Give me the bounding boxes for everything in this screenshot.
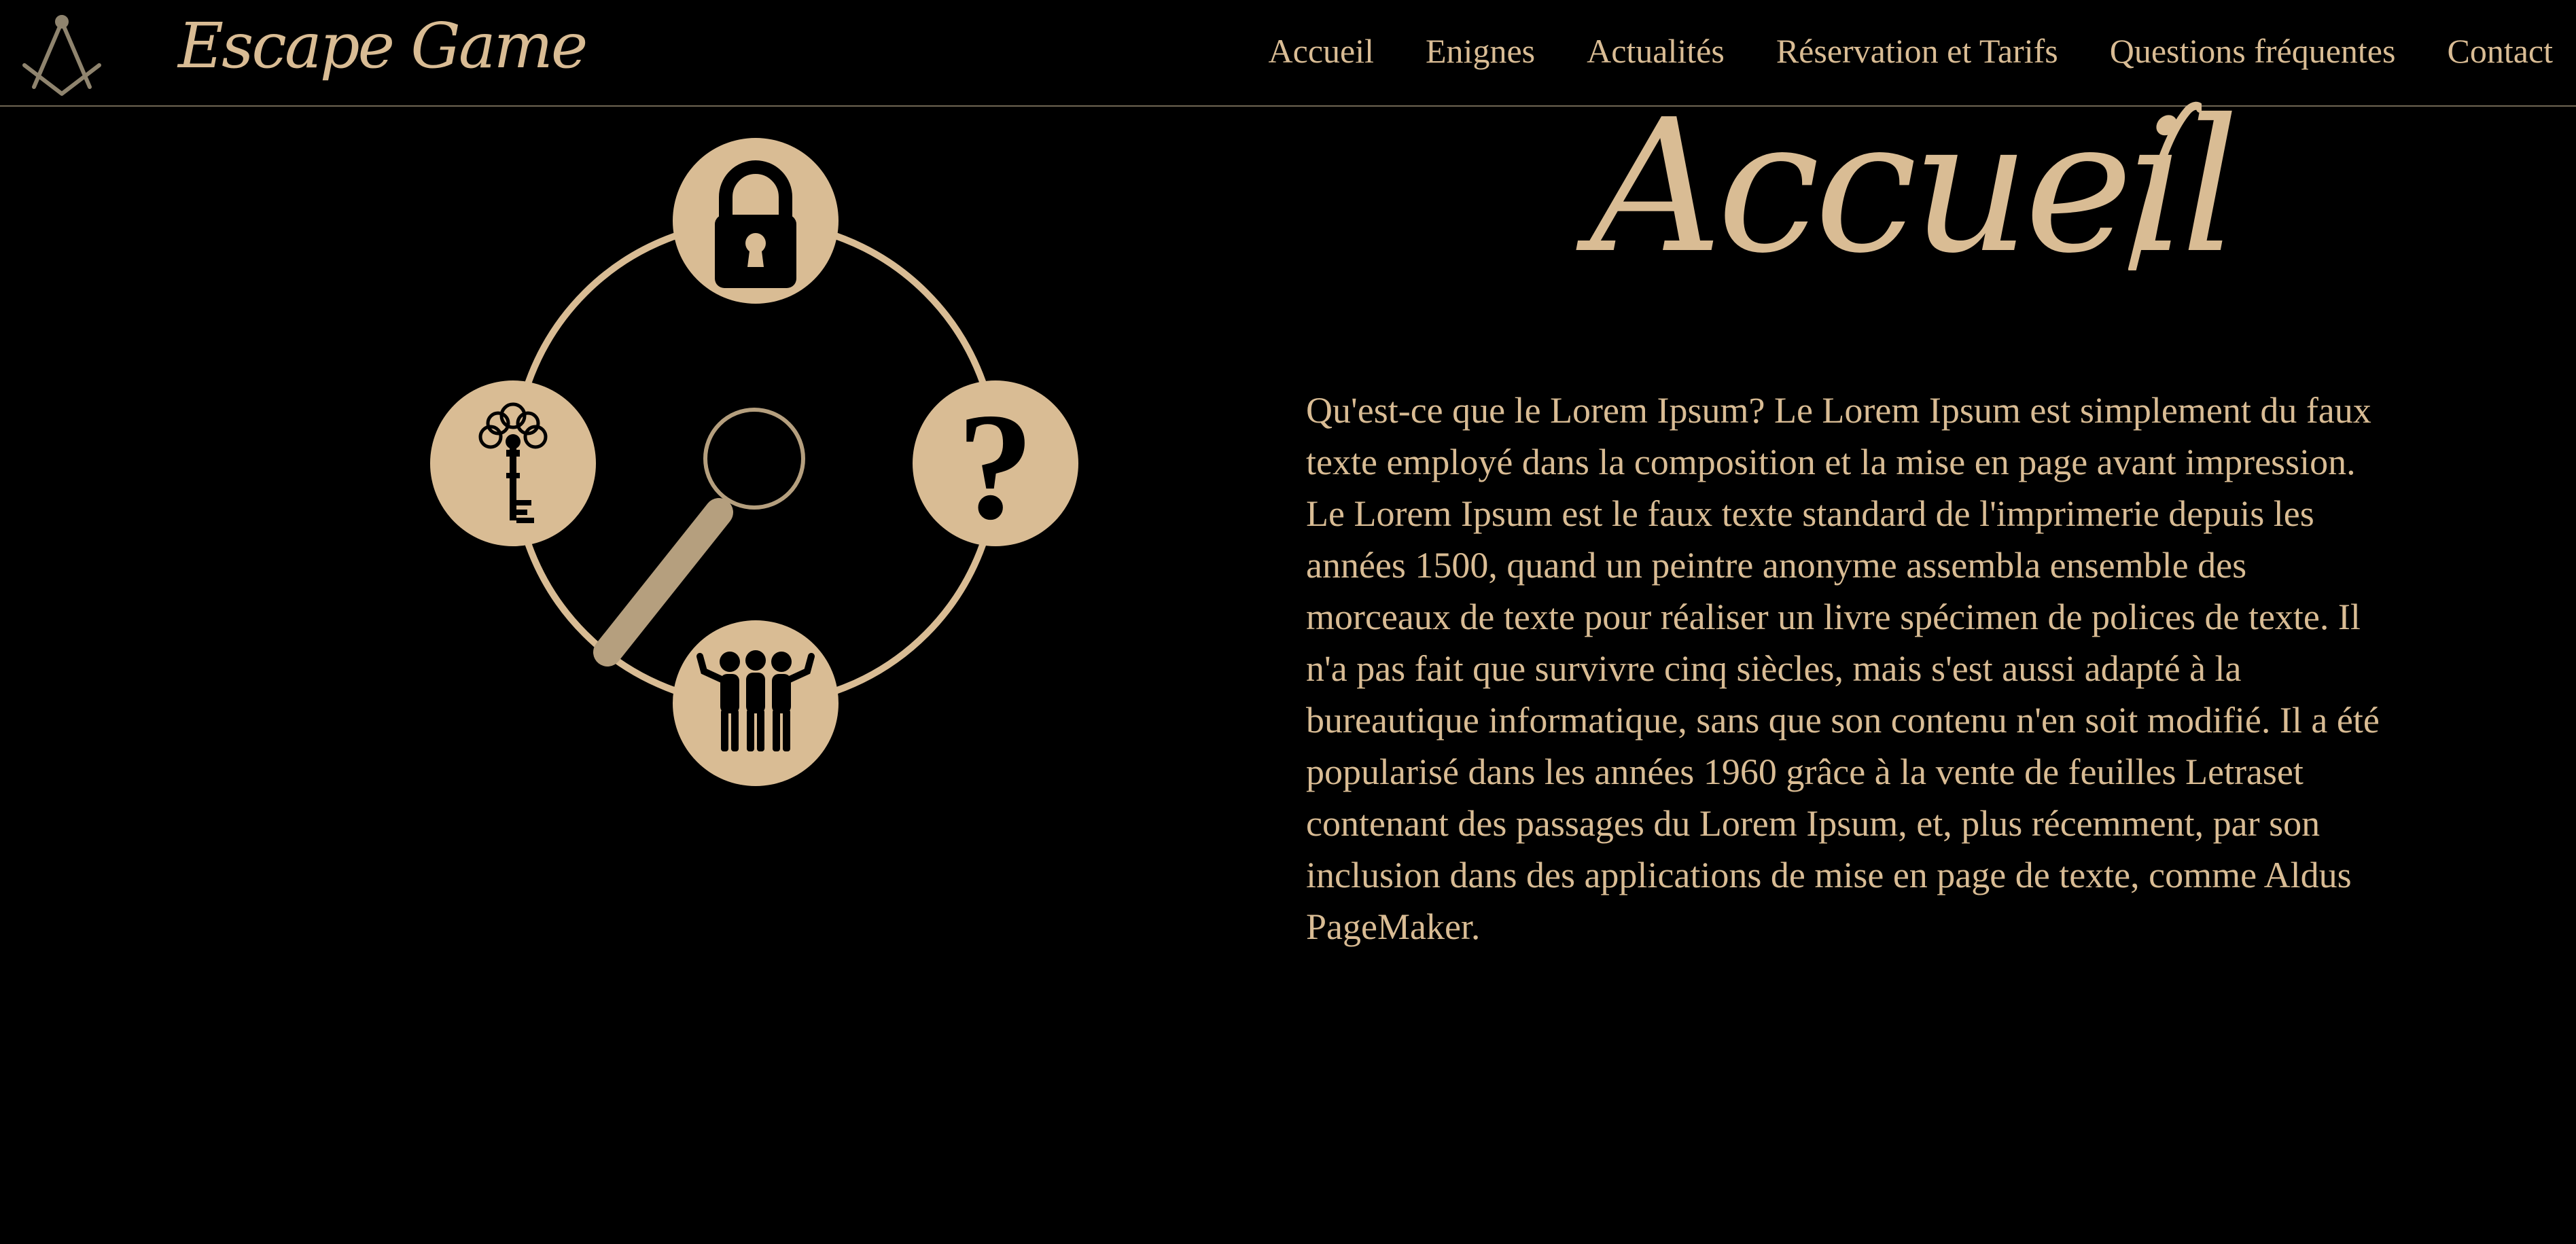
nav-contact[interactable]: Contact xyxy=(2447,31,2553,71)
escape-game-illustration: ? xyxy=(430,138,1078,786)
nav-accueil[interactable]: Accueil xyxy=(1269,31,1374,71)
group-of-people-icon xyxy=(673,620,839,786)
nav-questions-frequentes[interactable]: Questions fréquentes xyxy=(2110,31,2396,71)
compass-square-icon[interactable] xyxy=(19,12,105,96)
padlock-icon xyxy=(673,138,839,304)
svg-text:?: ? xyxy=(957,381,1034,551)
title-swash-decoration xyxy=(2128,101,2202,270)
brand-name[interactable]: Escape Game xyxy=(178,10,588,82)
nav-enignes[interactable]: Enignes xyxy=(1426,31,1535,71)
main-nav: Accueil Enignes Actualités Réservation e… xyxy=(1269,31,2553,71)
nav-actualites[interactable]: Actualités xyxy=(1587,31,1725,71)
ornate-key-icon xyxy=(430,380,596,546)
intro-paragraph: Qu'est-ce que le Lorem Ipsum? Le Lorem I… xyxy=(1306,390,2380,947)
nav-reservation-tarifs[interactable]: Réservation et Tarifs xyxy=(1776,31,2058,71)
magnifying-glass-icon xyxy=(593,408,805,667)
question-mark-icon: ? xyxy=(913,380,1078,551)
